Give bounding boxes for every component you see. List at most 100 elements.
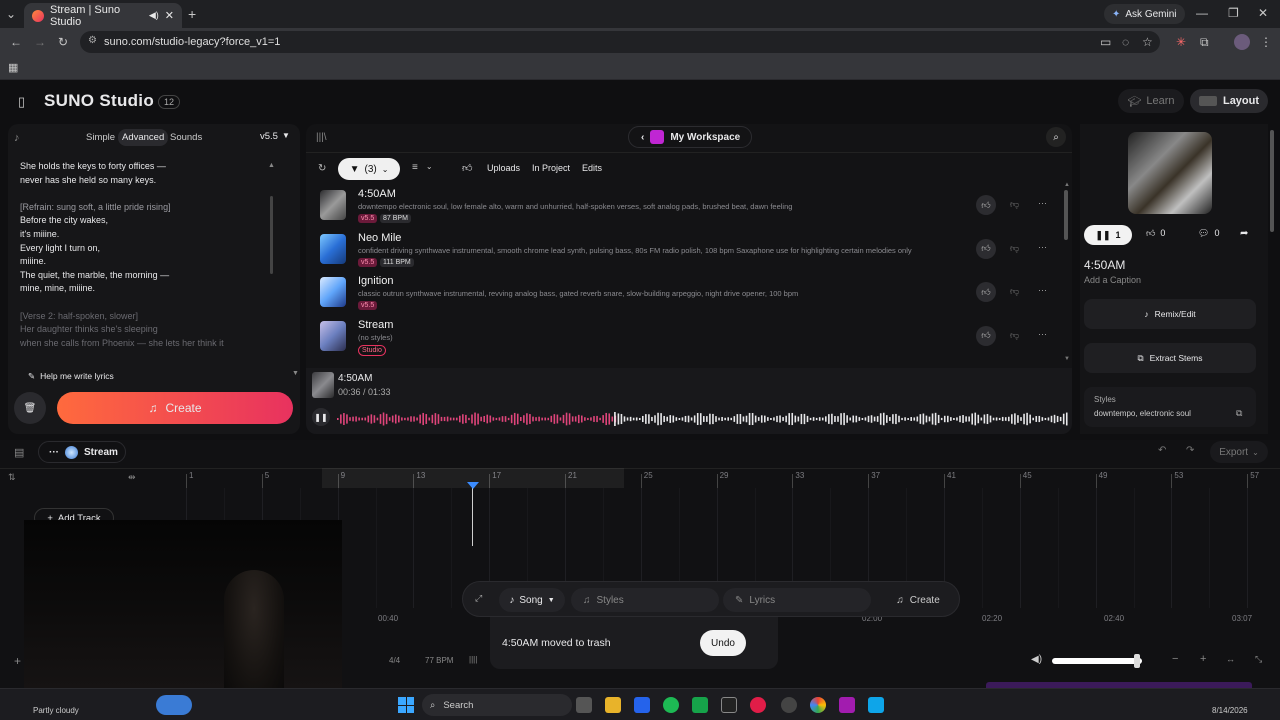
tab-audio-icon[interactable]: ◀) [149, 10, 159, 21]
help-write-lyrics-button[interactable]: ✎ Help me write lyrics [28, 368, 114, 384]
chip-in-project[interactable]: In Project [532, 163, 570, 173]
tab-advanced[interactable]: Advanced [118, 129, 169, 146]
browser-tab[interactable]: Stream | Suno Studio ◀) ✕ [24, 3, 182, 28]
mode-select[interactable]: ♪ Song ▼ [499, 588, 565, 612]
more-options-icon[interactable]: ··· [1038, 198, 1047, 208]
cast-icon[interactable]: ▭ [1100, 35, 1111, 49]
search-button[interactable]: ⌕ [1046, 127, 1066, 147]
profile-avatar[interactable] [1234, 34, 1250, 50]
more-options-icon[interactable]: ··· [1038, 329, 1047, 339]
volume-knob[interactable] [1134, 654, 1140, 668]
trash-button[interactable]: 🗑︎ [14, 392, 46, 424]
playhead-line[interactable] [472, 482, 473, 546]
chrome-icon[interactable] [810, 697, 826, 713]
create-button[interactable]: ♫ Create [57, 392, 293, 424]
tab-list-icon[interactable]: ⌄ [6, 7, 16, 21]
song-row[interactable]: Stream (no styles) Studio 👍︎ 👎︎ ··· [320, 317, 1050, 359]
refresh-icon[interactable]: ↻ [318, 163, 326, 174]
expand-icon[interactable]: ⇅ [8, 472, 16, 483]
filter-button[interactable]: ▼ (3) ⌄ [338, 158, 400, 180]
redo-icon[interactable]: ↷ [1186, 445, 1194, 456]
volume-slider[interactable] [1052, 658, 1142, 664]
library-icon[interactable]: |||\ [316, 132, 327, 143]
lyrics-textarea[interactable]: She holds the keys to forty offices — nev… [20, 160, 266, 350]
styles-input[interactable]: ♫ Styles [571, 588, 719, 612]
composer-create-button[interactable]: ♫ Create [883, 588, 953, 612]
tab-simple[interactable]: Simple [86, 132, 115, 143]
browser-menu-icon[interactable]: ⋮ [1260, 35, 1272, 49]
suno-app-icon[interactable] [839, 697, 855, 713]
scroll-down-icon[interactable]: ▼ [292, 370, 299, 377]
waveform-scrubber[interactable] [336, 412, 1068, 426]
zoom-out-icon[interactable]: − [1172, 653, 1178, 665]
xbox-icon[interactable] [692, 697, 708, 713]
learn-button[interactable]: 🎓︎ Learn [1118, 89, 1184, 113]
metronome-icon[interactable]: |||| [469, 655, 477, 664]
thumbs-down-icon[interactable]: 👎︎ [1010, 243, 1019, 254]
like-button[interactable]: 👍︎ [976, 238, 996, 259]
maximize-icon[interactable]: ❐ [1228, 6, 1239, 20]
tab-close-icon[interactable]: ✕ [165, 9, 174, 22]
like-button[interactable]: 👍︎ [976, 325, 996, 346]
more-options-icon[interactable]: ··· [1038, 242, 1047, 252]
forward-icon[interactable]: → [34, 35, 46, 49]
tab-sounds[interactable]: Sounds [170, 132, 202, 143]
store-icon[interactable] [634, 697, 650, 713]
minimize-icon[interactable]: — [1196, 6, 1208, 20]
undo-button[interactable]: Undo [700, 630, 746, 656]
windows-start-icon[interactable] [398, 697, 414, 713]
song-row[interactable]: Ignition classic outrun synthwave instru… [320, 273, 1050, 315]
url-field[interactable]: ⚙ suno.com/studio-legacy?force_v1=1 [80, 31, 1160, 53]
song-list-scrollbar[interactable] [1064, 190, 1068, 240]
waveform-playhead[interactable] [614, 412, 616, 426]
like-button[interactable]: 👍︎ [976, 282, 996, 302]
chip-uploads[interactable]: Uploads [487, 163, 520, 173]
notepad-icon[interactable] [868, 697, 884, 713]
play-count-button[interactable]: ❚❚ 1 [1084, 225, 1132, 245]
epic-games-icon[interactable] [721, 697, 737, 713]
export-button[interactable]: Export ⌄ [1210, 441, 1268, 463]
weather-text[interactable]: Partly cloudy [33, 706, 79, 715]
playhead-marker[interactable] [467, 482, 479, 489]
lyrics-scrollbar[interactable] [270, 196, 273, 274]
thumbs-down-icon[interactable]: 👎︎ [1010, 286, 1019, 297]
file-explorer-icon[interactable] [605, 697, 621, 713]
ask-gemini-button[interactable]: ✦ Ask Gemini [1104, 4, 1185, 24]
extensions-puzzle-icon[interactable]: ⧉ [1200, 35, 1209, 50]
like-button[interactable]: 👍︎ 0 [1146, 228, 1165, 239]
sidebar-toggle-icon[interactable]: ▯ [18, 94, 25, 110]
list-scroll-down-icon[interactable]: ▼ [1064, 356, 1070, 362]
version-select[interactable]: v5.5 ▼ [260, 131, 290, 142]
remix-edit-button[interactable]: ♪ Remix/Edit [1084, 299, 1256, 329]
back-icon[interactable]: ← [10, 35, 22, 49]
undo-icon[interactable]: ↶ [1158, 445, 1166, 456]
scroll-up-icon[interactable]: ▲ [268, 162, 275, 169]
taskbar-search[interactable]: ⌕ Search [422, 694, 572, 716]
tracks-list-icon[interactable]: ▤ [14, 446, 24, 459]
more-options-icon[interactable]: ··· [1038, 285, 1047, 295]
bar-ruler[interactable]: 1 5 9 13 17 21 25 29 33 37 41 45 49 53 57 [142, 468, 1280, 488]
zoom-in-icon[interactable]: + [1200, 653, 1206, 665]
composer-expand-icon[interactable]: ⤢ [475, 593, 482, 604]
thumbs-down-icon[interactable]: 👎︎ [1010, 199, 1019, 210]
details-scrollbar[interactable] [1270, 130, 1274, 232]
song-row[interactable]: 4:50AM downtempo electronic soul, low fe… [320, 186, 1050, 228]
new-tab-icon[interactable]: + [188, 6, 196, 22]
task-view-icon[interactable] [576, 697, 592, 713]
extension-icon[interactable]: ✳ [1176, 35, 1186, 49]
site-info-icon[interactable]: ⚙ [88, 35, 97, 46]
eye-off-icon[interactable]: ◌ [1122, 35, 1129, 49]
pause-button[interactable]: ❚❚ [312, 408, 330, 426]
bookmark-star-icon[interactable]: ☆ [1142, 35, 1153, 49]
sort-button[interactable]: ≡ ⌄ [412, 162, 433, 173]
app-icon[interactable] [781, 697, 797, 713]
share-icon[interactable]: ➦ [1240, 228, 1248, 239]
collapse-icon[interactable]: ⇹ [128, 472, 136, 483]
volume-icon[interactable]: ◀) [1031, 654, 1042, 665]
reload-icon[interactable]: ↻ [58, 35, 68, 49]
workspace-selector[interactable]: ‹ My Workspace [628, 126, 752, 148]
window-close-icon[interactable]: ✕ [1258, 6, 1268, 20]
chip-edits[interactable]: Edits [582, 163, 602, 173]
extract-stems-button[interactable]: ⧉ Extract Stems [1084, 343, 1256, 373]
bpm-display[interactable]: 77 BPM [425, 656, 453, 665]
